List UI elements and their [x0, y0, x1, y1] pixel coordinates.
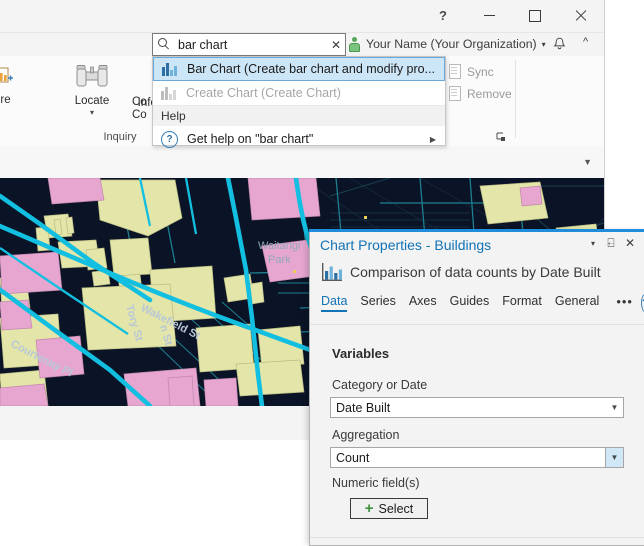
search-input[interactable]: bar chart ✕ [152, 33, 346, 56]
tab-general[interactable]: General [555, 294, 599, 312]
minimize-icon [483, 15, 495, 16]
panel-subtitle: Comparison of data counts by Date Built [350, 264, 601, 280]
account-menu[interactable]: Your Name (Your Organization) ▾ [349, 34, 546, 54]
search-icon [158, 38, 171, 51]
svg-text:Park: Park [268, 254, 291, 266]
panel-accent-bar [309, 229, 644, 232]
bar-chart-icon [161, 86, 177, 100]
bell-icon[interactable] [553, 37, 566, 51]
category-or-date-label: Category or Date [332, 378, 428, 392]
variables-heading: Variables [332, 346, 390, 361]
tab-axes[interactable]: Axes [409, 294, 437, 312]
category-or-date-value: Date Built [336, 401, 391, 415]
chevron-down-icon: ▾ [541, 39, 546, 49]
sync-command[interactable]: Sync [448, 64, 494, 79]
ribbon-item-locate[interactable]: Locate ▾ [60, 64, 124, 117]
panel-close-button[interactable]: ✕ [622, 236, 638, 250]
close-icon [575, 10, 587, 22]
help-section-label: Help [161, 109, 186, 123]
select-button-label: Select [378, 501, 414, 516]
help-button[interactable]: ? [420, 0, 466, 31]
bar-chart-icon [322, 263, 342, 281]
ribbon-item-locate-label: Locate [74, 95, 110, 107]
chevron-right-icon: ▶ [429, 134, 436, 144]
panel-tab-bar: Data Series Axes Guides Format General •… [321, 294, 644, 318]
ribbon-truncated-column[interactable]: Co Co [132, 96, 147, 122]
panel-divider [310, 324, 644, 325]
sync-icon [448, 64, 462, 79]
minimize-button[interactable] [466, 0, 512, 31]
numeric-fields-label: Numeric field(s) [332, 476, 420, 490]
chevron-down-icon[interactable]: ▼ [583, 157, 592, 167]
aggregation-select[interactable]: Count ▼ [330, 447, 624, 468]
panel-body: Variables Category or Date Date Built ▼ … [310, 324, 644, 545]
binoculars-icon [76, 65, 108, 87]
aggregation-label: Aggregation [332, 428, 400, 442]
suggestion-bar-chart[interactable]: Bar Chart (Create bar chart and modify p… [153, 57, 445, 81]
suggestion-create-chart-label: Create Chart (Create Chart) [186, 86, 341, 100]
aggregation-value: Count [336, 451, 370, 465]
tab-format[interactable]: Format [502, 294, 542, 312]
tab-series[interactable]: Series [360, 294, 395, 312]
bar-chart-icon [162, 62, 178, 76]
help-section-header: Help [153, 106, 445, 126]
tab-data[interactable]: Data [321, 294, 348, 312]
category-or-date-select[interactable]: Date Built ▼ [330, 397, 624, 418]
chevron-down-icon[interactable]: ▾ [60, 108, 124, 117]
tab-guides[interactable]: Guides [450, 294, 490, 312]
svg-text:Waitangi: Waitangi [258, 240, 300, 252]
panel-bottom-divider [310, 537, 644, 538]
account-name: Your Name (Your Organization) [366, 37, 537, 51]
close-button[interactable] [558, 0, 604, 31]
search-and-account-row: bar chart ✕ Your Name (Your Organization… [0, 32, 604, 56]
suggestion-bar-chart-label: Bar Chart (Create bar chart and modify p… [187, 62, 436, 76]
panel-menu-button[interactable]: ▾ [585, 239, 601, 248]
panel-subtitle-row: Comparison of data counts by Date Built [322, 263, 601, 281]
search-input-value: bar chart [178, 37, 228, 52]
maximize-button[interactable] [512, 0, 558, 31]
chevron-down-icon[interactable]: ▼ [605, 448, 623, 467]
remove-icon [448, 86, 462, 101]
ribbon-item-measure-label: ure [0, 94, 11, 106]
tab-overflow-button[interactable]: ••• [616, 294, 633, 309]
panel-pin-button[interactable]: ⍇ [603, 236, 619, 251]
plus-icon: + [364, 499, 374, 517]
chevron-up-icon[interactable]: ^ [583, 36, 588, 48]
dialog-launcher-icon[interactable] [496, 132, 506, 142]
question-circle-icon: ? [161, 130, 178, 148]
title-bar: ? [0, 0, 604, 33]
chevron-down-icon[interactable]: ▼ [606, 398, 623, 417]
suggestion-create-chart[interactable]: Create Chart (Create Chart) [153, 81, 445, 105]
ribbon-truncated-label-1: Co [132, 96, 147, 108]
get-help-item[interactable]: ? Get help on "bar chart" ▶ [153, 126, 445, 152]
measure-icon [0, 67, 13, 83]
maximize-icon [529, 9, 541, 22]
panel-title: Chart Properties - Buildings [320, 237, 492, 253]
search-suggestions-dropdown[interactable]: Bar Chart (Create bar chart and modify p… [152, 56, 446, 148]
sync-label: Sync [467, 64, 494, 79]
get-help-label: Get help on "bar chart" [187, 132, 314, 146]
remove-label: Remove [467, 86, 512, 101]
chart-properties-panel: Chart Properties - Buildings ▾ ⍇ ✕ Compa… [309, 229, 644, 546]
ribbon-truncated-label-2: Co [132, 109, 147, 121]
person-icon [349, 36, 360, 52]
clear-search-button[interactable]: ✕ [327, 38, 345, 52]
remove-command[interactable]: Remove [448, 86, 512, 101]
select-button[interactable]: + Select [350, 498, 428, 519]
